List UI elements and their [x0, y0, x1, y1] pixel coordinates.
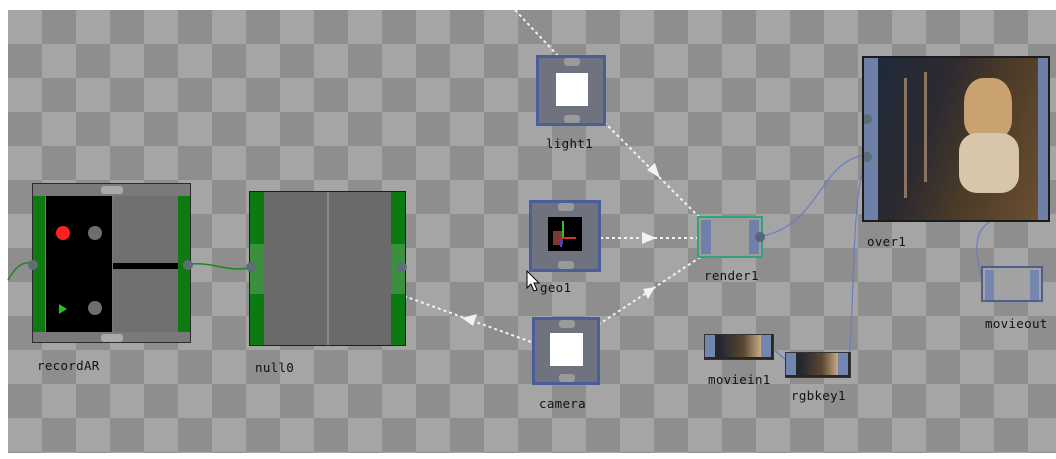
arrow-cursor-icon — [526, 270, 541, 292]
output-connector[interactable] — [755, 232, 765, 242]
output-connector[interactable] — [183, 260, 193, 270]
geo1-node[interactable] — [529, 200, 601, 272]
geo1-label: geo1 — [540, 280, 572, 295]
output-notch — [564, 115, 580, 123]
rgbkey1-node[interactable] — [785, 352, 851, 378]
output-connector[interactable] — [397, 262, 407, 272]
input-notch — [559, 320, 575, 328]
node-left-strip — [701, 220, 711, 254]
over1-label: over1 — [867, 234, 907, 249]
over1-node[interactable] — [862, 56, 1050, 222]
record-panel — [46, 196, 112, 332]
input-connector-1[interactable] — [864, 114, 872, 124]
recordAR-label: recordAR — [37, 358, 100, 373]
input-notch — [101, 186, 123, 194]
geo-preview — [548, 217, 582, 251]
moviein1-node[interactable] — [704, 334, 774, 360]
node-left-strip — [864, 58, 878, 220]
input-notch — [564, 58, 580, 66]
play-indicator-icon — [59, 304, 67, 314]
light1-node[interactable] — [536, 55, 606, 126]
movieout-node[interactable] — [981, 266, 1043, 302]
record-divider — [113, 263, 178, 269]
key-preview — [798, 353, 838, 375]
input-notch — [558, 203, 574, 211]
camera-label: camera — [539, 396, 586, 411]
input-connector-2[interactable] — [864, 152, 872, 162]
null0-node[interactable] — [246, 191, 407, 346]
output-notch — [558, 261, 574, 269]
render1-node[interactable] — [697, 216, 765, 258]
record-indicator-icon — [56, 226, 70, 240]
output-notch — [101, 334, 123, 342]
movieout-label: movieout — [985, 316, 1048, 331]
camera-preview — [550, 333, 583, 366]
node-right-strip — [1038, 58, 1048, 220]
play-toggle-icon — [88, 301, 102, 315]
light-preview — [556, 73, 588, 106]
movie-preview — [717, 335, 761, 357]
record-toggle-icon — [88, 226, 102, 240]
render1-label: render1 — [704, 268, 759, 283]
recordAR-node[interactable] — [28, 183, 193, 343]
rgbkey1-label: rgbkey1 — [791, 388, 846, 403]
node-divider — [327, 192, 329, 345]
moviein1-label: moviein1 — [708, 372, 771, 387]
output-notch — [559, 374, 575, 382]
camera-node[interactable] — [532, 317, 600, 385]
light1-label: light1 — [546, 136, 593, 151]
input-connector[interactable] — [246, 262, 256, 272]
input-connector[interactable] — [28, 260, 38, 270]
null0-label: null0 — [255, 360, 295, 375]
